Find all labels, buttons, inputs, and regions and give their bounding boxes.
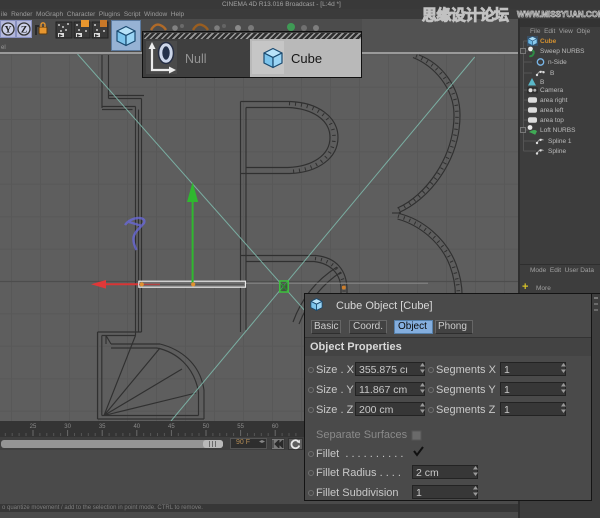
svg-text:30: 30 xyxy=(64,424,71,430)
svg-text:Y: Y xyxy=(5,25,12,35)
svg-text:50: 50 xyxy=(203,424,210,430)
svg-text:40: 40 xyxy=(133,424,140,430)
svg-text:Z: Z xyxy=(21,25,27,35)
svg-text:55: 55 xyxy=(237,424,244,430)
svg-text:60: 60 xyxy=(272,424,279,430)
svg-text:35: 35 xyxy=(99,424,106,430)
svg-text:25: 25 xyxy=(30,424,37,430)
svg-text:45: 45 xyxy=(168,424,175,430)
